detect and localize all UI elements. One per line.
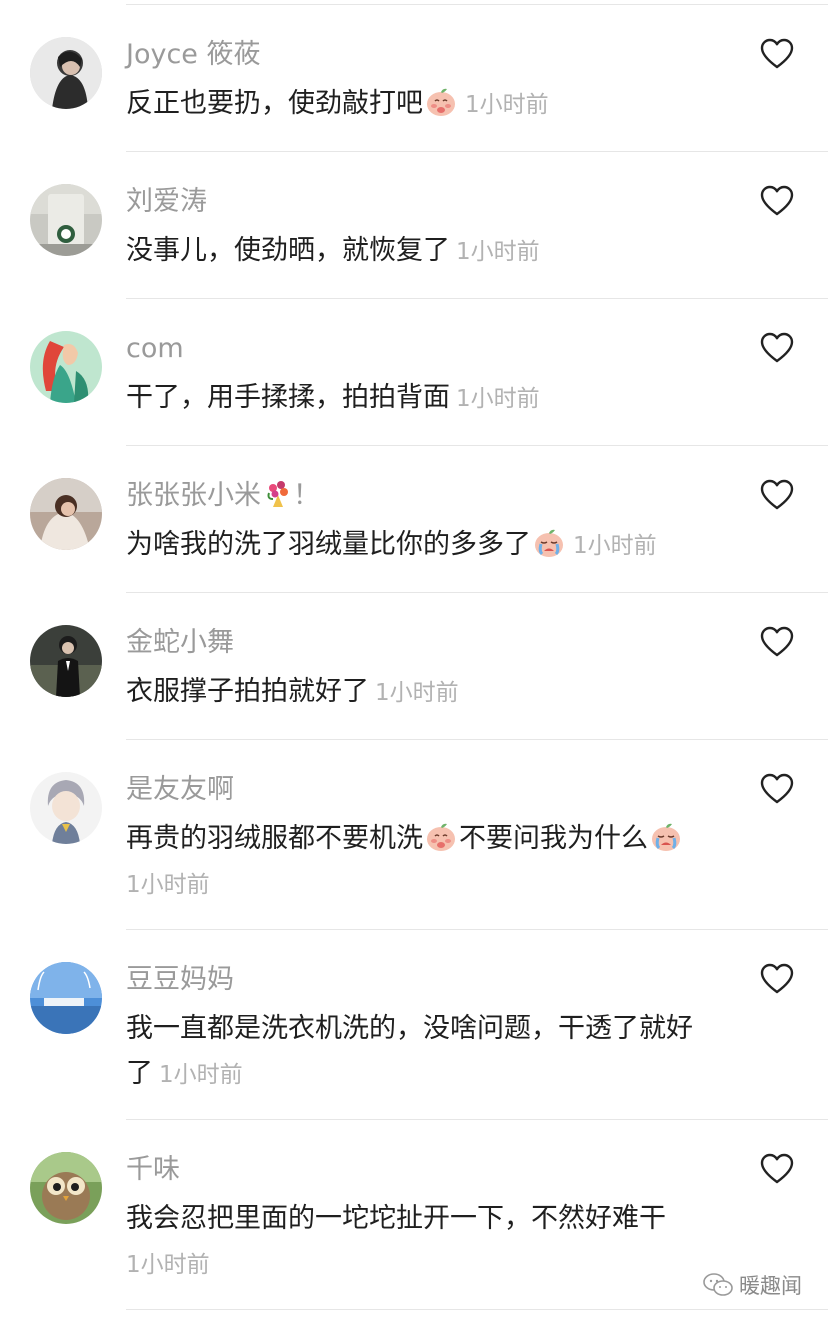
username[interactable]: 刘爱涛 — [126, 184, 207, 220]
comment-time: 1小时前 — [573, 533, 657, 559]
blush-emoji-icon — [427, 823, 455, 851]
avatar[interactable] — [30, 1152, 102, 1224]
comment-item: 张张张小米！ 为啥我的洗了羽绒量比你的多多了 1小时前 — [30, 446, 828, 593]
comment-time: 1小时前 — [456, 239, 540, 265]
comment-time: 1小时前 — [465, 92, 549, 118]
like-heart-icon[interactable] — [760, 38, 794, 70]
comment-time: 1小时前 — [456, 386, 540, 412]
comment-text: 反正也要扔，使劲敲打吧 1小时前 — [126, 88, 549, 119]
like-heart-icon[interactable] — [760, 773, 794, 805]
comment-text: 衣服撑子拍拍就好了 1小时前 — [126, 676, 459, 707]
username[interactable]: Joyce 筱莜 — [126, 37, 261, 73]
comment-time: 1小时前 — [375, 680, 459, 706]
like-heart-icon[interactable] — [760, 332, 794, 364]
cry-emoji-icon — [535, 529, 563, 557]
comment-text: 干了，用手揉揉，拍拍背面 1小时前 — [126, 382, 540, 413]
comment-time: 1小时前 — [126, 1252, 210, 1278]
cry-emoji-icon — [652, 823, 680, 851]
avatar[interactable] — [30, 37, 102, 109]
username[interactable]: 是友友啊 — [126, 772, 234, 808]
comment-item: 刘爱涛 没事儿，使劲晒，就恢复了 1小时前 — [30, 152, 828, 299]
comment-item: 是友友啊 再贵的羽绒服都不要机洗 不要问我为什么 1小时前 — [30, 740, 828, 930]
avatar[interactable] — [30, 478, 102, 550]
avatar[interactable] — [30, 772, 102, 844]
comment-item: com 干了，用手揉揉，拍拍背面 1小时前 — [30, 299, 828, 446]
comment-text: 我一直都是洗衣机洗的，没啥问题，干透了就好了 1小时前 — [126, 1013, 693, 1089]
wechat-icon — [703, 1273, 733, 1296]
avatar[interactable] — [30, 625, 102, 697]
comment-text: 没事儿，使劲晒，就恢复了 1小时前 — [126, 235, 540, 266]
like-heart-icon[interactable] — [760, 626, 794, 658]
avatar[interactable] — [30, 962, 102, 1034]
username[interactable]: 豆豆妈妈 — [126, 962, 234, 998]
username[interactable]: com — [126, 331, 184, 367]
avatar[interactable] — [30, 184, 102, 256]
like-heart-icon[interactable] — [760, 479, 794, 511]
username[interactable]: 千味 — [126, 1152, 180, 1188]
comment-text: 为啥我的洗了羽绒量比你的多多了 1小时前 — [126, 529, 657, 560]
comment-time: 1小时前 — [126, 872, 210, 898]
comment-text: 再贵的羽绒服都不要机洗 不要问我为什么 1小时前 — [126, 816, 706, 908]
like-heart-icon[interactable] — [760, 963, 794, 995]
comment-item: 豆豆妈妈 我一直都是洗衣机洗的，没啥问题，干透了就好了 1小时前 — [30, 930, 828, 1120]
blush-emoji-icon — [427, 88, 455, 116]
comment-text: 我会忍把里面的一坨坨扯开一下，不然好难干 1小时前 — [126, 1203, 666, 1278]
bouquet-emoji-icon — [267, 481, 288, 507]
username[interactable]: 金蛇小舞 — [126, 625, 234, 661]
comment-list: Joyce 筱莜 反正也要扔，使劲敲打吧 1小时前 刘爱涛 没事儿，使劲晒，就恢复… — [0, 5, 828, 1310]
like-heart-icon[interactable] — [760, 1153, 794, 1185]
watermark: 暖趣闻 — [703, 1270, 802, 1300]
watermark-text: 暖趣闻 — [739, 1274, 802, 1298]
username[interactable]: 张张张小米！ — [126, 478, 320, 514]
avatar[interactable] — [30, 331, 102, 403]
comment-item: 金蛇小舞 衣服撑子拍拍就好了 1小时前 — [30, 593, 828, 740]
comment-time: 1小时前 — [159, 1062, 243, 1088]
comment-item: Joyce 筱莜 反正也要扔，使劲敲打吧 1小时前 — [30, 5, 828, 152]
like-heart-icon[interactable] — [760, 185, 794, 217]
